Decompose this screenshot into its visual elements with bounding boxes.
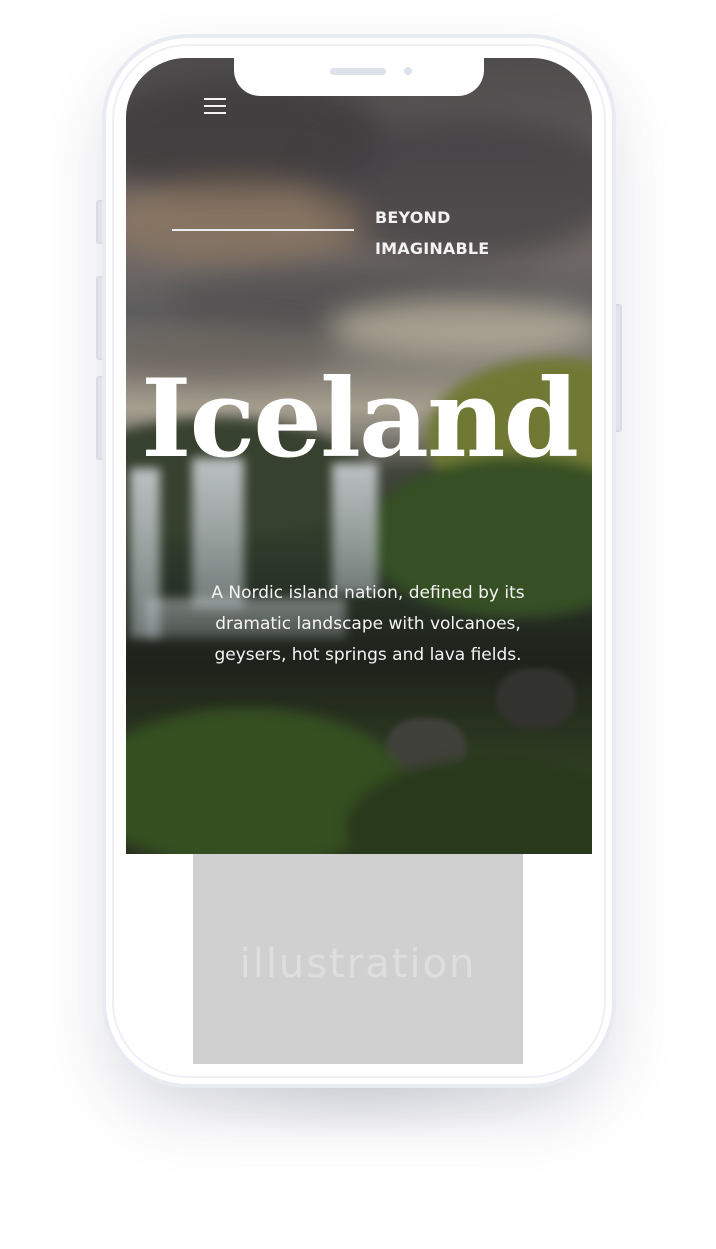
mockup-stage: BEYOND IMAGINABLE Iceland A Nordic islan…	[0, 0, 716, 1249]
phone-screen: BEYOND IMAGINABLE Iceland A Nordic islan…	[126, 58, 592, 1064]
illustration-label: illustration	[239, 941, 477, 987]
illustration-placeholder: illustration	[193, 854, 523, 1064]
front-camera	[404, 67, 412, 75]
speaker-grille	[330, 68, 386, 75]
hero-description: A Nordic island nation, defined by its d…	[211, 583, 525, 665]
hero-tagline: BEYOND IMAGINABLE	[375, 202, 535, 264]
tagline-line-2: IMAGINABLE	[375, 239, 490, 258]
hamburger-menu-icon[interactable]	[204, 96, 226, 118]
tagline-line-1: BEYOND	[375, 208, 451, 227]
phone-notch	[234, 58, 484, 96]
tagline-divider	[172, 229, 354, 231]
hero-title: Iceland	[140, 356, 579, 482]
